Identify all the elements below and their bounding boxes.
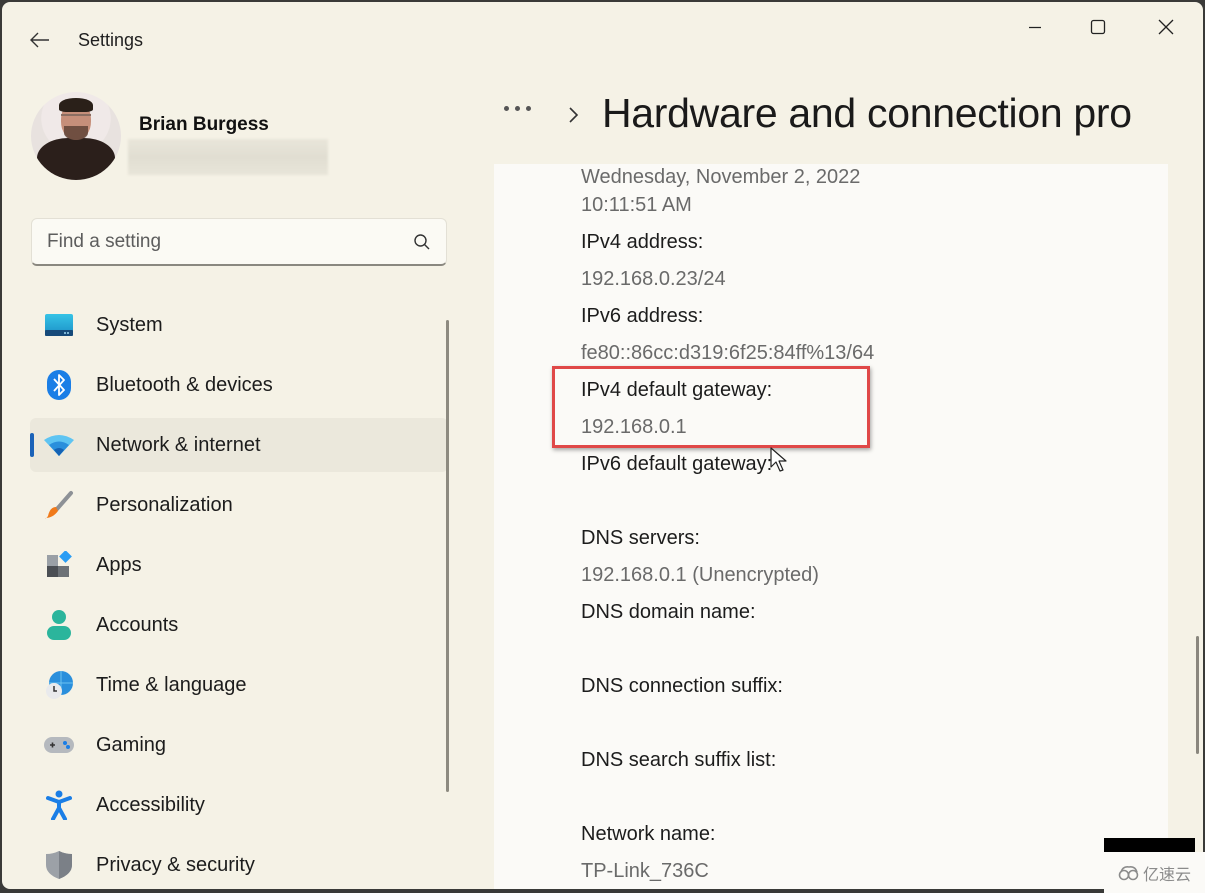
sidebar-item-network[interactable]: Network & internet	[30, 418, 448, 472]
minimize-icon	[1029, 26, 1041, 29]
main-scrollbar[interactable]	[1196, 636, 1199, 754]
monitor-icon	[44, 311, 74, 339]
sidebar-item-gaming[interactable]: Gaming	[30, 718, 448, 772]
property-value-time: 10:11:51 AM	[581, 194, 692, 216]
chevron-right-icon	[569, 107, 579, 123]
property-value: 192.168.0.23/24	[581, 268, 726, 290]
active-indicator	[30, 433, 34, 457]
property-label: DNS search suffix list:	[581, 749, 777, 771]
sidebar-item-accessibility[interactable]: Accessibility	[30, 778, 448, 832]
property-label: DNS servers:	[581, 527, 700, 549]
sidebar-item-label: Time & language	[96, 673, 247, 696]
sidebar-item-privacy-security[interactable]: Privacy & security	[30, 838, 448, 889]
gamepad-icon	[44, 731, 74, 759]
property-value: 192.168.0.1 (Unencrypted)	[581, 564, 819, 586]
properties-card: Wednesday, November 2, 2022 10:11:51 AM …	[494, 164, 1168, 889]
user-email-redacted	[128, 139, 328, 175]
search-icon[interactable]	[412, 232, 432, 252]
minimize-button[interactable]	[1012, 10, 1058, 44]
property-label: IPv4 address:	[581, 231, 704, 253]
person-icon	[44, 610, 74, 640]
sidebar-item-label: Bluetooth & devices	[96, 373, 273, 396]
app-title: Settings	[78, 30, 144, 50]
highlight-annotation	[552, 366, 870, 448]
avatar[interactable]	[31, 92, 121, 180]
paintbrush-icon	[44, 491, 74, 519]
apps-icon	[44, 551, 74, 579]
sidebar-item-time-language[interactable]: Time & language	[30, 658, 448, 712]
sidebar-item-label: Accessibility	[96, 793, 205, 816]
sidebar-item-personalization[interactable]: Personalization	[30, 478, 448, 532]
sidebar-item-label: Accounts	[96, 613, 179, 636]
sidebar-scrollbar[interactable]	[446, 320, 449, 792]
sidebar-item-label: Gaming	[96, 733, 167, 756]
property-value-date: Wednesday, November 2, 2022	[581, 166, 861, 188]
property-label: IPv6 default gateway:	[581, 453, 773, 475]
search-box[interactable]	[31, 218, 447, 266]
sidebar-item-label: Personalization	[96, 493, 233, 516]
property-label: Network name:	[581, 823, 716, 845]
wifi-icon	[44, 431, 74, 459]
sidebar-item-label: Privacy & security	[96, 853, 255, 876]
settings-window: Settings Brian Burgess System	[2, 2, 1203, 889]
search-input[interactable]	[47, 230, 412, 253]
user-name: Brian Burgess	[139, 114, 269, 135]
sidebar-item-apps[interactable]: Apps	[30, 538, 448, 592]
sidebar-nav: System Bluetooth & devices Network & int…	[30, 298, 448, 889]
sidebar-item-system[interactable]: System	[30, 298, 448, 352]
property-label: DNS connection suffix:	[581, 675, 783, 697]
sidebar-item-label: Apps	[96, 553, 142, 576]
close-button[interactable]	[1143, 10, 1189, 44]
bluetooth-icon	[44, 370, 74, 400]
page-title: Hardware and connection pro	[602, 90, 1132, 136]
sidebar-item-accounts[interactable]: Accounts	[30, 598, 448, 652]
sidebar-item-label: System	[96, 313, 163, 336]
property-value: fe80::86cc:d319:6f25:84ff%13/64	[581, 342, 875, 364]
property-label: IPv6 address:	[581, 305, 704, 327]
maximize-button[interactable]	[1075, 10, 1121, 44]
property-value: TP-Link_736C	[581, 860, 709, 882]
watermark: 亿速云	[1104, 852, 1205, 893]
cloud-logo-icon	[1118, 865, 1139, 880]
back-button[interactable]	[24, 26, 56, 54]
sidebar-item-label: Network & internet	[96, 433, 261, 456]
watermark-bar	[1104, 838, 1195, 852]
property-label: DNS domain name:	[581, 601, 756, 623]
maximize-icon	[1090, 19, 1106, 35]
sidebar-item-bluetooth[interactable]: Bluetooth & devices	[30, 358, 448, 412]
accessibility-icon	[44, 790, 74, 820]
shield-icon	[44, 851, 74, 879]
globe-clock-icon	[44, 671, 74, 699]
arrow-left-icon	[30, 32, 49, 48]
breadcrumb-more-button[interactable]	[500, 102, 535, 115]
close-icon	[1158, 19, 1174, 35]
watermark-text: 亿速云	[1142, 864, 1191, 884]
mouse-cursor-icon	[770, 447, 787, 472]
